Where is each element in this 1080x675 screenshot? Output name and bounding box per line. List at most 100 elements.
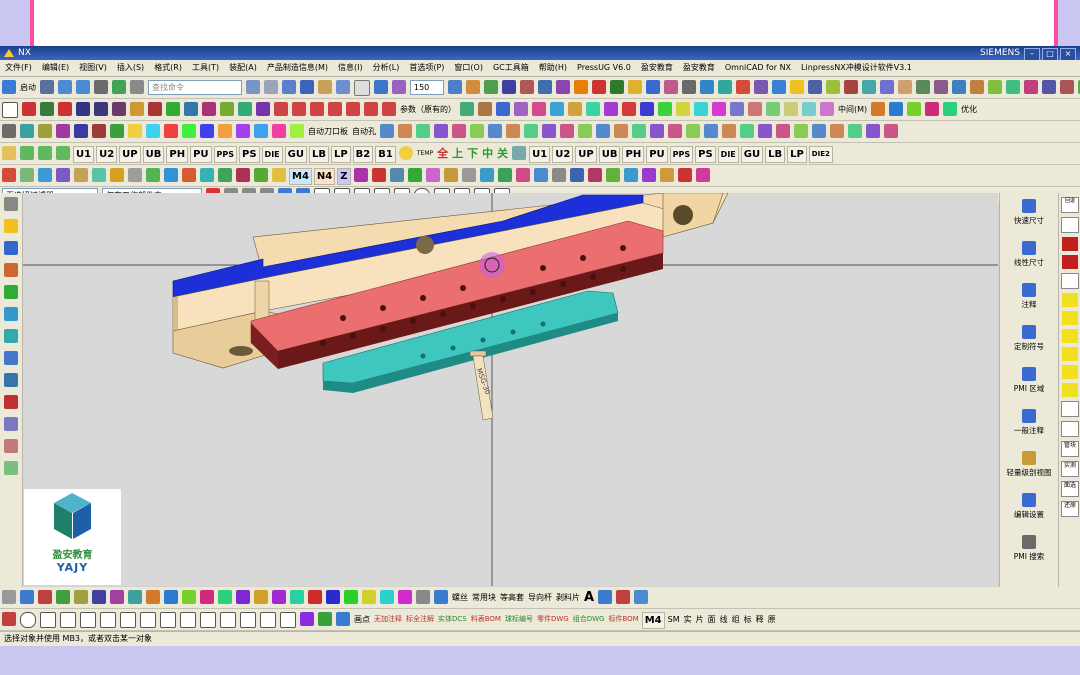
parameter-label[interactable]: 参数（原有的） xyxy=(400,102,456,117)
studio-surface-icon[interactable] xyxy=(658,102,672,116)
3d-view-icon[interactable] xyxy=(515,168,530,182)
draw-node-icon[interactable] xyxy=(220,612,236,628)
bottom-color-icon[interactable] xyxy=(380,590,394,604)
menu-item-window[interactable]: 窗口(O) xyxy=(449,60,488,76)
layer-move-icon[interactable] xyxy=(889,102,904,116)
plate-button-up[interactable]: UP xyxy=(119,146,141,163)
shape-icon[interactable] xyxy=(218,168,232,182)
draw-line-icon[interactable] xyxy=(120,612,136,628)
snap-icon[interactable] xyxy=(484,80,498,94)
plate-button-ps-right[interactable]: PS xyxy=(695,146,716,163)
close-part-icon[interactable] xyxy=(866,124,880,138)
bottom-delete-icon[interactable] xyxy=(272,590,286,604)
n4-button[interactable]: N4 xyxy=(313,168,336,185)
resource-settings-icon[interactable] xyxy=(4,197,18,211)
divide-icon[interactable] xyxy=(238,102,252,116)
rectangle-icon[interactable] xyxy=(2,102,18,118)
cam-icon[interactable] xyxy=(218,124,232,138)
assembly-navigator-icon[interactable] xyxy=(4,219,18,233)
bottom-trim-icon[interactable] xyxy=(128,590,142,604)
tail-2[interactable]: 片 xyxy=(696,612,704,627)
plate-button-gu[interactable]: GU xyxy=(284,146,307,163)
block-icon[interactable] xyxy=(730,102,744,116)
plate-config-icon[interactable] xyxy=(20,124,34,138)
tail-8[interactable]: 原 xyxy=(768,612,776,627)
stripper-icon[interactable] xyxy=(802,102,816,116)
strip-button-5[interactable] xyxy=(1061,273,1079,289)
history-icon[interactable] xyxy=(4,329,18,343)
bottom-rotate-icon[interactable] xyxy=(218,590,232,604)
stripper-piece-label[interactable]: 剥料片 xyxy=(556,590,580,605)
gem-icon[interactable] xyxy=(254,168,268,182)
trim-steel-icon[interactable] xyxy=(272,124,286,138)
process-studio-icon[interactable] xyxy=(4,373,18,387)
hole-icon[interactable] xyxy=(646,80,660,94)
tail-3[interactable]: 面 xyxy=(708,612,716,627)
corner-icon[interactable] xyxy=(274,102,288,116)
wire-cut-icon[interactable] xyxy=(488,124,502,138)
die-setting-icon[interactable] xyxy=(2,124,16,138)
strip-button-6[interactable] xyxy=(1062,293,1078,307)
menu-item-analysis[interactable]: 分析(L) xyxy=(368,60,405,76)
note-tool[interactable]: 注释 xyxy=(1000,283,1058,310)
sew-icon[interactable] xyxy=(898,80,912,94)
shaded-cube-icon[interactable] xyxy=(300,80,314,94)
bottom-move-icon[interactable] xyxy=(182,590,196,604)
strip-button-restore[interactable]: 还原 xyxy=(1061,501,1079,517)
punch-icon[interactable] xyxy=(766,102,780,116)
menu-item-format[interactable]: 格式(R) xyxy=(149,60,187,76)
menu-item-file[interactable]: 文件(F) xyxy=(0,60,37,76)
m4-bottom-button[interactable]: M4 xyxy=(641,612,665,629)
sketch-icon[interactable] xyxy=(592,80,606,94)
command-search-input[interactable]: 查找命令 xyxy=(148,80,242,95)
sweep-icon[interactable] xyxy=(514,102,528,116)
offset-region-icon[interactable] xyxy=(970,80,984,94)
clearance-icon[interactable] xyxy=(524,124,538,138)
bottom-gear-icon[interactable] xyxy=(416,590,430,604)
extend-icon[interactable] xyxy=(256,102,270,116)
cross-icon[interactable] xyxy=(58,102,72,116)
bottom-info-icon[interactable] xyxy=(434,590,448,604)
join-icon[interactable] xyxy=(220,102,234,116)
menu-item-linpress[interactable]: LinpressNX冲模设计软件V3.1 xyxy=(796,60,917,76)
datum-icon[interactable] xyxy=(790,80,804,94)
assembly-dwg-label[interactable]: 组合DWG xyxy=(573,612,605,627)
group-icon[interactable] xyxy=(943,102,958,116)
plate-icon[interactable] xyxy=(748,102,762,116)
draw-fill-icon[interactable] xyxy=(300,612,314,626)
solid-dcs-label[interactable]: 实体DCS xyxy=(438,612,467,627)
ball-icon[interactable] xyxy=(676,102,690,116)
edit-icon[interactable] xyxy=(112,80,126,94)
view-orient-icon[interactable] xyxy=(336,80,350,94)
constraint-navigator-icon[interactable] xyxy=(4,241,18,255)
strip-button-8[interactable] xyxy=(1062,329,1078,343)
plate-button-u2-right[interactable]: U2 xyxy=(552,146,574,163)
menu-item-yingan-2[interactable]: 盈安教育 xyxy=(678,60,720,76)
standard-bom-label[interactable]: 标件BOM xyxy=(608,612,638,627)
dowel-icon[interactable] xyxy=(146,124,160,138)
insert-icon[interactable] xyxy=(74,124,88,138)
bottom-join-icon[interactable] xyxy=(290,590,304,604)
curve-icon[interactable] xyxy=(148,102,162,116)
bottom-cube-icon[interactable] xyxy=(598,590,613,604)
switch-icon[interactable] xyxy=(74,168,88,182)
bottom-offset-icon[interactable] xyxy=(110,590,124,604)
revolve-icon[interactable] xyxy=(628,80,642,94)
color-icon[interactable] xyxy=(871,102,886,116)
center-icon[interactable] xyxy=(695,168,710,182)
strip-button-face-select[interactable]: 面选 xyxy=(1061,481,1079,497)
bottom-line-icon[interactable] xyxy=(38,590,52,604)
draw-slash-icon[interactable] xyxy=(100,612,116,628)
bucket-icon[interactable] xyxy=(623,168,638,182)
background-icon[interactable] xyxy=(354,80,370,96)
translucency-icon[interactable] xyxy=(925,102,940,116)
arrangement-icon[interactable] xyxy=(776,124,790,138)
middle-mode-label[interactable]: 中间(M) xyxy=(838,102,867,117)
family-icon[interactable] xyxy=(794,124,808,138)
redo-icon[interactable] xyxy=(76,80,90,94)
drawing-guide-icon[interactable] xyxy=(512,146,527,160)
guide-icon[interactable] xyxy=(92,124,106,138)
select-block-icon[interactable] xyxy=(56,168,70,182)
replace-face-icon[interactable] xyxy=(934,80,948,94)
strip-button-back[interactable]: 回退 xyxy=(1061,197,1079,213)
